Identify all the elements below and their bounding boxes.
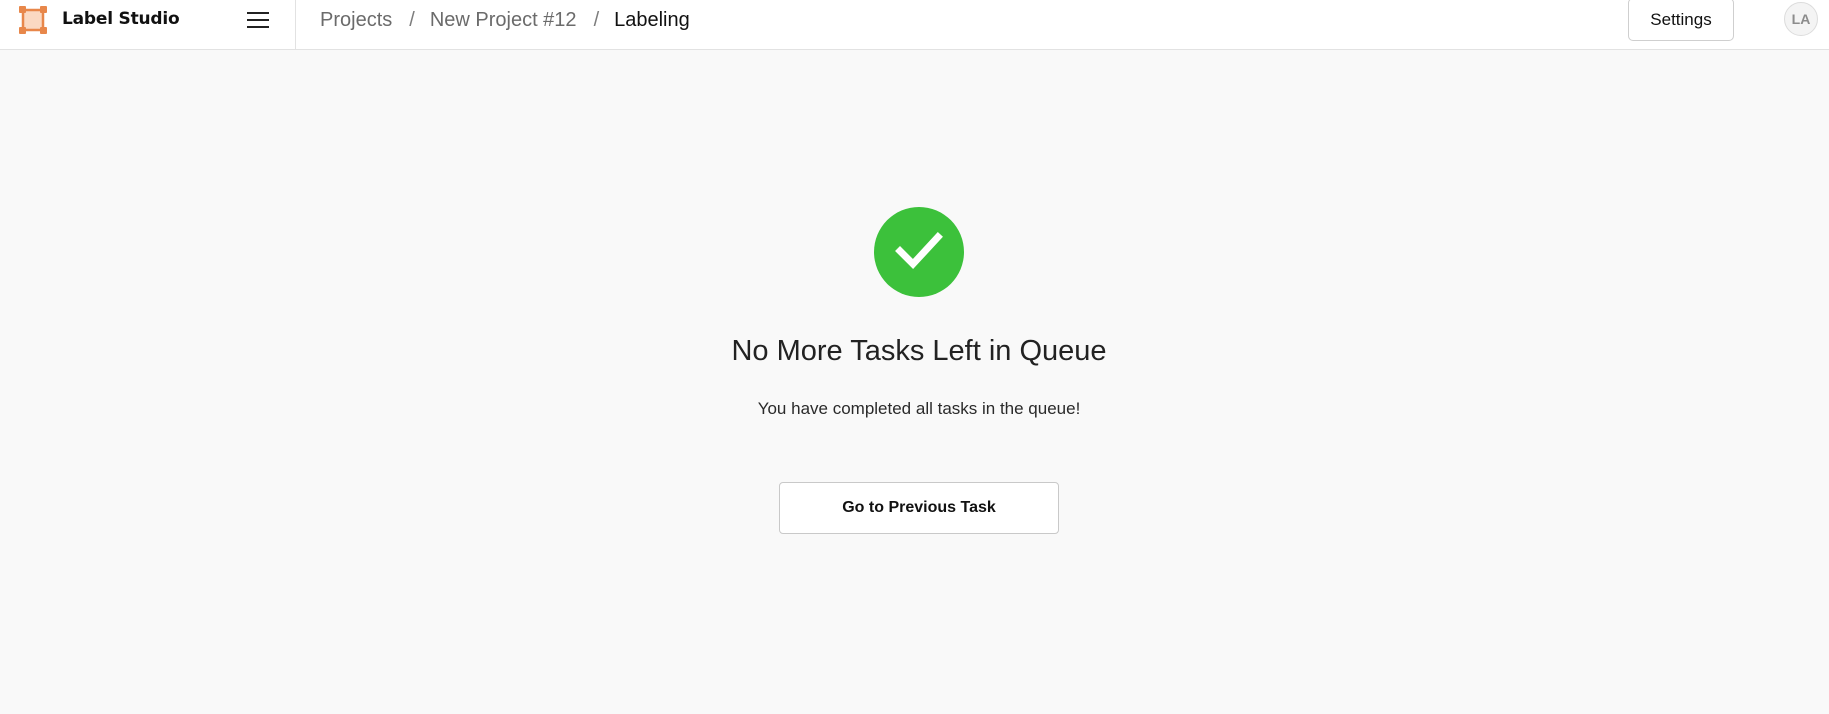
breadcrumb-separator: / xyxy=(593,8,600,31)
hamburger-menu-icon[interactable] xyxy=(244,7,272,33)
breadcrumb: Projects / New Project #12 / Labeling xyxy=(320,7,690,33)
brand-area: Label Studio xyxy=(0,0,296,49)
queue-empty-state: No More Tasks Left in Queue You have com… xyxy=(0,50,1829,714)
breadcrumb-separator: / xyxy=(409,8,415,31)
breadcrumb-project[interactable]: New Project #12 xyxy=(430,9,577,32)
avatar[interactable]: LA xyxy=(1784,2,1818,36)
empty-state-message: You have completed all tasks in the queu… xyxy=(757,399,1081,418)
breadcrumb-projects[interactable]: Projects xyxy=(320,9,392,32)
breadcrumb-labeling: Labeling xyxy=(614,8,690,31)
empty-state-title: No More Tasks Left in Queue xyxy=(731,335,1107,367)
top-navigation-bar: Label Studio Projects / New Project #12 … xyxy=(0,0,1829,50)
label-studio-logo-icon xyxy=(19,6,47,34)
settings-button[interactable]: Settings xyxy=(1628,0,1734,41)
go-to-previous-task-button[interactable]: Go to Previous Task xyxy=(779,482,1059,534)
check-circle-icon xyxy=(874,207,964,297)
app-name: Label Studio xyxy=(62,9,180,29)
